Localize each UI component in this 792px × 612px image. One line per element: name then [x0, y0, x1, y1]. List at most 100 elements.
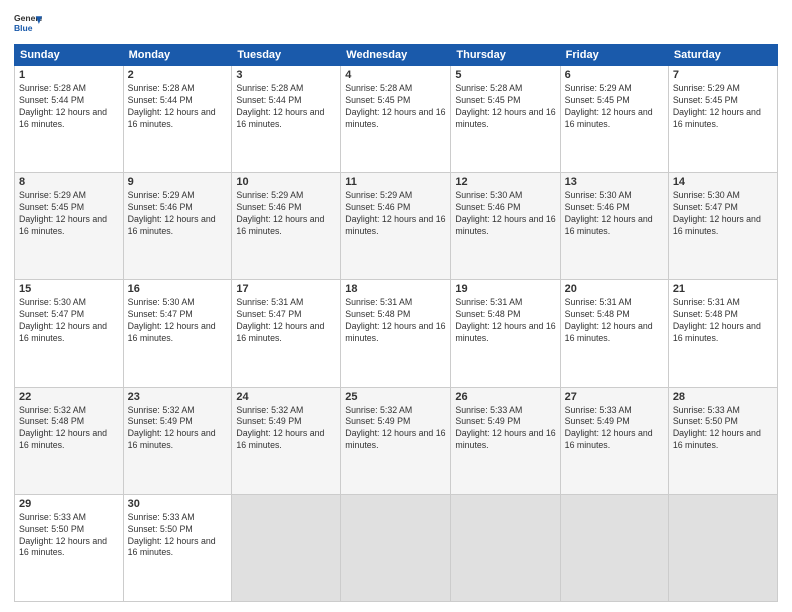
calendar-day-cell: 15 Sunrise: 5:30 AM Sunset: 5:47 PM Dayl… [15, 280, 124, 387]
calendar-day-cell: 5 Sunrise: 5:28 AM Sunset: 5:45 PM Dayli… [451, 66, 560, 173]
calendar-day-cell: 27 Sunrise: 5:33 AM Sunset: 5:49 PM Dayl… [560, 387, 668, 494]
day-number: 28 [673, 391, 773, 403]
calendar-day-cell: 30 Sunrise: 5:33 AM Sunset: 5:50 PM Dayl… [123, 494, 232, 601]
weekday-header-thursday: Thursday [451, 45, 560, 66]
calendar-day-cell: 17 Sunrise: 5:31 AM Sunset: 5:47 PM Dayl… [232, 280, 341, 387]
calendar-day-cell: 19 Sunrise: 5:31 AM Sunset: 5:48 PM Dayl… [451, 280, 560, 387]
day-info: Sunrise: 5:30 AM Sunset: 5:47 PM Dayligh… [673, 190, 773, 238]
day-info: Sunrise: 5:30 AM Sunset: 5:47 PM Dayligh… [128, 297, 228, 345]
day-number: 15 [19, 283, 119, 295]
day-number: 3 [236, 69, 336, 81]
calendar-day-cell: 10 Sunrise: 5:29 AM Sunset: 5:46 PM Dayl… [232, 173, 341, 280]
calendar-week-row: 15 Sunrise: 5:30 AM Sunset: 5:47 PM Dayl… [15, 280, 778, 387]
calendar-day-cell: 7 Sunrise: 5:29 AM Sunset: 5:45 PM Dayli… [668, 66, 777, 173]
day-info: Sunrise: 5:30 AM Sunset: 5:46 PM Dayligh… [455, 190, 555, 238]
day-number: 13 [565, 176, 664, 188]
calendar-day-cell: 20 Sunrise: 5:31 AM Sunset: 5:48 PM Dayl… [560, 280, 668, 387]
calendar-day-cell: 22 Sunrise: 5:32 AM Sunset: 5:48 PM Dayl… [15, 387, 124, 494]
day-number: 22 [19, 391, 119, 403]
day-number: 14 [673, 176, 773, 188]
day-info: Sunrise: 5:28 AM Sunset: 5:44 PM Dayligh… [236, 83, 336, 131]
day-number: 20 [565, 283, 664, 295]
calendar-day-cell: 24 Sunrise: 5:32 AM Sunset: 5:49 PM Dayl… [232, 387, 341, 494]
day-number: 5 [455, 69, 555, 81]
day-number: 19 [455, 283, 555, 295]
day-info: Sunrise: 5:32 AM Sunset: 5:49 PM Dayligh… [236, 405, 336, 453]
calendar-day-cell: 18 Sunrise: 5:31 AM Sunset: 5:48 PM Dayl… [341, 280, 451, 387]
day-info: Sunrise: 5:29 AM Sunset: 5:46 PM Dayligh… [128, 190, 228, 238]
day-info: Sunrise: 5:29 AM Sunset: 5:45 PM Dayligh… [673, 83, 773, 131]
day-number: 29 [19, 498, 119, 510]
day-info: Sunrise: 5:29 AM Sunset: 5:45 PM Dayligh… [19, 190, 119, 238]
day-info: Sunrise: 5:31 AM Sunset: 5:47 PM Dayligh… [236, 297, 336, 345]
day-number: 27 [565, 391, 664, 403]
day-number: 1 [19, 69, 119, 81]
calendar-day-cell: 26 Sunrise: 5:33 AM Sunset: 5:49 PM Dayl… [451, 387, 560, 494]
calendar-day-cell [451, 494, 560, 601]
calendar-day-cell: 6 Sunrise: 5:29 AM Sunset: 5:45 PM Dayli… [560, 66, 668, 173]
calendar-day-cell: 11 Sunrise: 5:29 AM Sunset: 5:46 PM Dayl… [341, 173, 451, 280]
day-number: 8 [19, 176, 119, 188]
day-info: Sunrise: 5:31 AM Sunset: 5:48 PM Dayligh… [345, 297, 446, 345]
day-info: Sunrise: 5:33 AM Sunset: 5:49 PM Dayligh… [455, 405, 555, 453]
weekday-header-row: SundayMondayTuesdayWednesdayThursdayFrid… [15, 45, 778, 66]
calendar-day-cell: 28 Sunrise: 5:33 AM Sunset: 5:50 PM Dayl… [668, 387, 777, 494]
day-info: Sunrise: 5:32 AM Sunset: 5:48 PM Dayligh… [19, 405, 119, 453]
weekday-header-saturday: Saturday [668, 45, 777, 66]
day-number: 25 [345, 391, 446, 403]
calendar-day-cell: 23 Sunrise: 5:32 AM Sunset: 5:49 PM Dayl… [123, 387, 232, 494]
day-info: Sunrise: 5:30 AM Sunset: 5:47 PM Dayligh… [19, 297, 119, 345]
calendar-day-cell: 1 Sunrise: 5:28 AM Sunset: 5:44 PM Dayli… [15, 66, 124, 173]
calendar-week-row: 29 Sunrise: 5:33 AM Sunset: 5:50 PM Dayl… [15, 494, 778, 601]
calendar-day-cell: 12 Sunrise: 5:30 AM Sunset: 5:46 PM Dayl… [451, 173, 560, 280]
calendar-day-cell: 3 Sunrise: 5:28 AM Sunset: 5:44 PM Dayli… [232, 66, 341, 173]
calendar-day-cell: 16 Sunrise: 5:30 AM Sunset: 5:47 PM Dayl… [123, 280, 232, 387]
day-info: Sunrise: 5:33 AM Sunset: 5:50 PM Dayligh… [19, 512, 119, 560]
day-number: 12 [455, 176, 555, 188]
calendar-day-cell [232, 494, 341, 601]
day-info: Sunrise: 5:29 AM Sunset: 5:46 PM Dayligh… [345, 190, 446, 238]
calendar-day-cell: 25 Sunrise: 5:32 AM Sunset: 5:49 PM Dayl… [341, 387, 451, 494]
day-info: Sunrise: 5:28 AM Sunset: 5:44 PM Dayligh… [19, 83, 119, 131]
weekday-header-tuesday: Tuesday [232, 45, 341, 66]
day-number: 16 [128, 283, 228, 295]
day-number: 24 [236, 391, 336, 403]
day-info: Sunrise: 5:31 AM Sunset: 5:48 PM Dayligh… [673, 297, 773, 345]
day-number: 26 [455, 391, 555, 403]
day-info: Sunrise: 5:32 AM Sunset: 5:49 PM Dayligh… [345, 405, 446, 453]
day-info: Sunrise: 5:30 AM Sunset: 5:46 PM Dayligh… [565, 190, 664, 238]
day-number: 18 [345, 283, 446, 295]
calendar-day-cell [341, 494, 451, 601]
day-number: 30 [128, 498, 228, 510]
day-number: 9 [128, 176, 228, 188]
calendar-day-cell [668, 494, 777, 601]
calendar-week-row: 22 Sunrise: 5:32 AM Sunset: 5:48 PM Dayl… [15, 387, 778, 494]
calendar-day-cell: 21 Sunrise: 5:31 AM Sunset: 5:48 PM Dayl… [668, 280, 777, 387]
day-number: 10 [236, 176, 336, 188]
day-info: Sunrise: 5:33 AM Sunset: 5:50 PM Dayligh… [128, 512, 228, 560]
calendar-table: SundayMondayTuesdayWednesdayThursdayFrid… [14, 44, 778, 602]
day-number: 7 [673, 69, 773, 81]
page: General Blue SundayMondayTuesdayWednesda… [0, 0, 792, 612]
calendar-day-cell: 29 Sunrise: 5:33 AM Sunset: 5:50 PM Dayl… [15, 494, 124, 601]
logo: General Blue [14, 10, 42, 38]
day-number: 4 [345, 69, 446, 81]
day-info: Sunrise: 5:33 AM Sunset: 5:49 PM Dayligh… [565, 405, 664, 453]
day-number: 11 [345, 176, 446, 188]
day-number: 6 [565, 69, 664, 81]
header: General Blue [14, 10, 778, 38]
weekday-header-monday: Monday [123, 45, 232, 66]
day-info: Sunrise: 5:31 AM Sunset: 5:48 PM Dayligh… [455, 297, 555, 345]
day-number: 17 [236, 283, 336, 295]
day-info: Sunrise: 5:32 AM Sunset: 5:49 PM Dayligh… [128, 405, 228, 453]
weekday-header-sunday: Sunday [15, 45, 124, 66]
day-number: 2 [128, 69, 228, 81]
calendar-day-cell: 13 Sunrise: 5:30 AM Sunset: 5:46 PM Dayl… [560, 173, 668, 280]
weekday-header-friday: Friday [560, 45, 668, 66]
calendar-week-row: 1 Sunrise: 5:28 AM Sunset: 5:44 PM Dayli… [15, 66, 778, 173]
calendar-day-cell: 2 Sunrise: 5:28 AM Sunset: 5:44 PM Dayli… [123, 66, 232, 173]
calendar-day-cell [560, 494, 668, 601]
calendar-day-cell: 14 Sunrise: 5:30 AM Sunset: 5:47 PM Dayl… [668, 173, 777, 280]
day-info: Sunrise: 5:31 AM Sunset: 5:48 PM Dayligh… [565, 297, 664, 345]
calendar-week-row: 8 Sunrise: 5:29 AM Sunset: 5:45 PM Dayli… [15, 173, 778, 280]
